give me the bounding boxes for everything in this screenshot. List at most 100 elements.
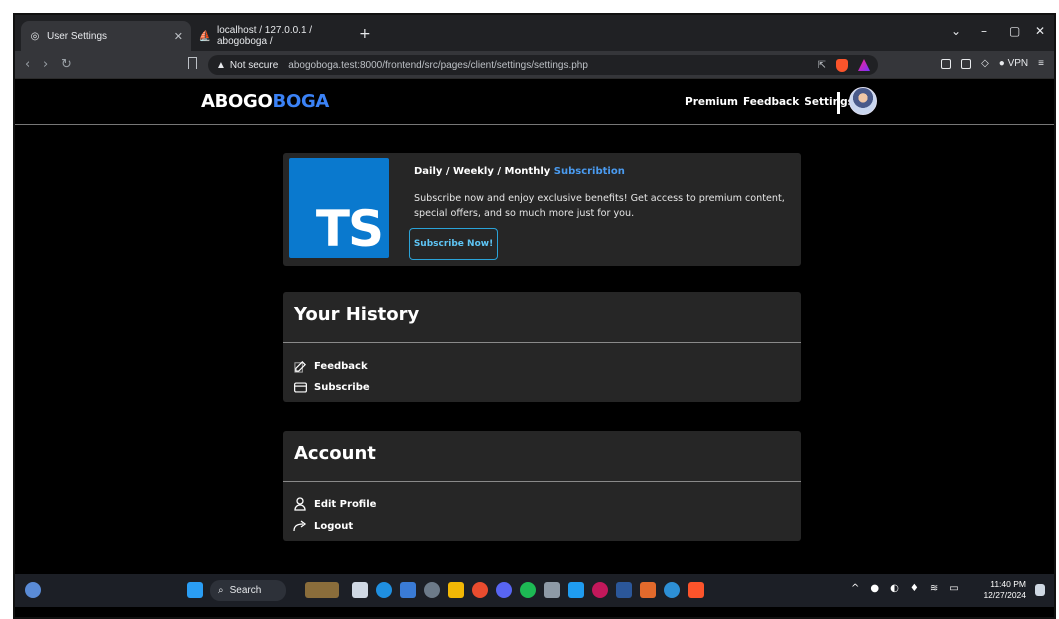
account-divider <box>283 481 801 482</box>
site-header: ABOGOBOGA Premium Feedback Settings <box>15 79 1054 125</box>
account-card: Account Edit Profile Logout <box>283 431 801 541</box>
app-icon[interactable] <box>664 582 680 598</box>
logout-icon <box>293 519 307 533</box>
account-title: Account <box>294 443 376 464</box>
edit-icon <box>293 359 307 373</box>
account-item-label: Edit Profile <box>314 498 377 510</box>
forward-icon[interactable]: › <box>43 57 48 72</box>
discord-icon[interactable] <box>496 582 512 598</box>
widget-icon[interactable] <box>305 582 339 598</box>
user-icon <box>293 497 307 511</box>
promo-title: Daily / Weekly / Monthly Subscribtion <box>414 166 625 177</box>
history-item-feedback[interactable]: Feedback <box>293 359 368 373</box>
tray-app-icon[interactable]: ● <box>870 583 879 594</box>
globe-icon: ◎ <box>30 30 40 42</box>
not-secure-label[interactable]: Not secure <box>230 60 278 71</box>
search-icon: ⌕ <box>218 585 224 596</box>
tab-label: localhost / 127.0.0.1 / abogoboga / <box>217 25 313 47</box>
weather-icon[interactable] <box>25 582 41 598</box>
site-logo[interactable]: ABOGOBOGA <box>201 91 329 112</box>
account-item-label: Logout <box>314 520 354 532</box>
history-item-label: Feedback <box>314 360 368 372</box>
menu-icon[interactable]: ≡ <box>1038 58 1044 69</box>
share-icon[interactable]: ⇱ <box>818 60 826 71</box>
wifi-icon[interactable]: ≋ <box>930 583 938 594</box>
sidebar-icon[interactable] <box>941 58 952 69</box>
vscode-icon[interactable] <box>568 582 584 598</box>
xampp-icon[interactable] <box>640 582 656 598</box>
taskbar-clock[interactable]: 11:40 PM 12/27/2024 <box>983 579 1026 601</box>
top-nav: Premium Feedback Settings <box>685 96 854 108</box>
history-card: Your History Feedback Subscribe <box>283 292 801 402</box>
brave-icon[interactable] <box>688 582 704 598</box>
leo-icon[interactable]: ◇ <box>981 58 989 69</box>
vpn-label: VPN <box>1007 58 1029 69</box>
logo-part-1: ABOGO <box>201 91 273 112</box>
tray-app-icon[interactable]: ◐ <box>890 583 899 594</box>
ts-logo-text: TS <box>315 200 384 258</box>
mic-icon[interactable]: ♦ <box>910 583 919 594</box>
chrome-icon[interactable] <box>472 582 488 598</box>
promo-title-prefix: Daily / Weekly / Monthly <box>414 166 551 177</box>
vpn-button[interactable]: ● VPN <box>999 58 1028 69</box>
history-title: Your History <box>294 304 420 325</box>
browser-extensions: ◇ ● VPN ≡ <box>941 58 1044 69</box>
maximize-icon[interactable]: ▢ <box>1009 24 1020 38</box>
search-label: Search <box>229 585 262 596</box>
history-divider <box>283 342 801 343</box>
store-icon[interactable] <box>400 582 416 598</box>
reload-icon[interactable]: ↻ <box>61 57 72 72</box>
promo-title-highlight: Subscribtion <box>553 166 625 177</box>
minimize-icon[interactable]: – <box>981 24 987 38</box>
spotify-icon[interactable] <box>520 582 536 598</box>
browser-tab-bar: ◎ User Settings ✕ ⛵ localhost / 127.0.0.… <box>15 15 1054 51</box>
browser-toolbar: ‹ › ↻ ▲ Not secure abogoboga.test:8000/f… <box>15 51 1054 79</box>
history-item-label: Subscribe <box>314 381 370 393</box>
tab-user-settings[interactable]: ◎ User Settings ✕ <box>21 21 191 51</box>
subscribe-now-button[interactable]: Subscribe Now! <box>409 228 498 260</box>
account-item-edit-profile[interactable]: Edit Profile <box>293 497 376 511</box>
clock-time: 11:40 PM <box>990 579 1026 589</box>
chevron-up-icon[interactable]: ^ <box>851 583 859 594</box>
url-text[interactable]: abogoboga.test:8000/frontend/src/pages/c… <box>288 60 588 71</box>
tab-label: User Settings <box>47 30 108 42</box>
file-explorer-icon[interactable] <box>448 582 464 598</box>
tab-list-icon[interactable]: ⌄ <box>951 24 961 38</box>
system-tray: ^ ● ◐ ♦ ≋ ▭ <box>851 583 959 594</box>
warning-icon: ▲ <box>216 59 226 71</box>
account-item-logout[interactable]: Logout <box>293 519 353 533</box>
nav-premium[interactable]: Premium <box>685 96 738 108</box>
battery-icon[interactable]: ▭ <box>949 583 958 594</box>
brave-shields-icon[interactable] <box>836 58 848 72</box>
new-tab-button[interactable]: + <box>359 26 371 42</box>
taskbar-search[interactable]: ⌕ Search <box>210 580 286 601</box>
phpmyadmin-icon: ⛵ <box>198 30 212 42</box>
avatar[interactable] <box>849 87 877 115</box>
close-tab-icon[interactable]: ✕ <box>174 30 183 43</box>
app-icon[interactable] <box>592 582 608 598</box>
nav-settings[interactable]: Settings <box>804 96 854 108</box>
wallet-icon[interactable] <box>961 58 972 69</box>
logo-part-2: BOGA <box>272 91 330 112</box>
address-bar-actions: ⇱ <box>818 58 870 72</box>
subscription-promo-card: TS Daily / Weekly / Monthly Subscribtion… <box>283 153 801 266</box>
window-close-icon[interactable]: ✕ <box>1035 24 1045 38</box>
task-view-icon[interactable] <box>352 582 368 598</box>
card-icon <box>293 380 307 394</box>
edge-icon[interactable] <box>376 582 392 598</box>
windows-taskbar: ⌕ Search ^ ● ◐ ♦ ≋ ▭ 11:40 PM 12/27/2024 <box>15 574 1054 607</box>
nav-feedback[interactable]: Feedback <box>743 96 799 108</box>
screen-frame: ◎ User Settings ✕ ⛵ localhost / 127.0.0.… <box>13 13 1056 619</box>
settings-app-icon[interactable] <box>424 582 440 598</box>
brave-rewards-icon[interactable] <box>858 59 870 71</box>
windows-start-icon[interactable] <box>187 582 203 598</box>
app-icon[interactable] <box>544 582 560 598</box>
word-icon[interactable] <box>616 582 632 598</box>
nav-divider <box>837 92 840 114</box>
back-icon[interactable]: ‹ <box>25 57 30 72</box>
bookmark-icon[interactable] <box>188 57 197 69</box>
notification-icon[interactable] <box>1035 584 1045 596</box>
tab-phpmyadmin[interactable]: ⛵ localhost / 127.0.0.1 / abogoboga / <box>191 21 351 51</box>
address-bar[interactable]: ▲ Not secure abogoboga.test:8000/fronten… <box>208 55 878 75</box>
history-item-subscribe[interactable]: Subscribe <box>293 380 370 394</box>
